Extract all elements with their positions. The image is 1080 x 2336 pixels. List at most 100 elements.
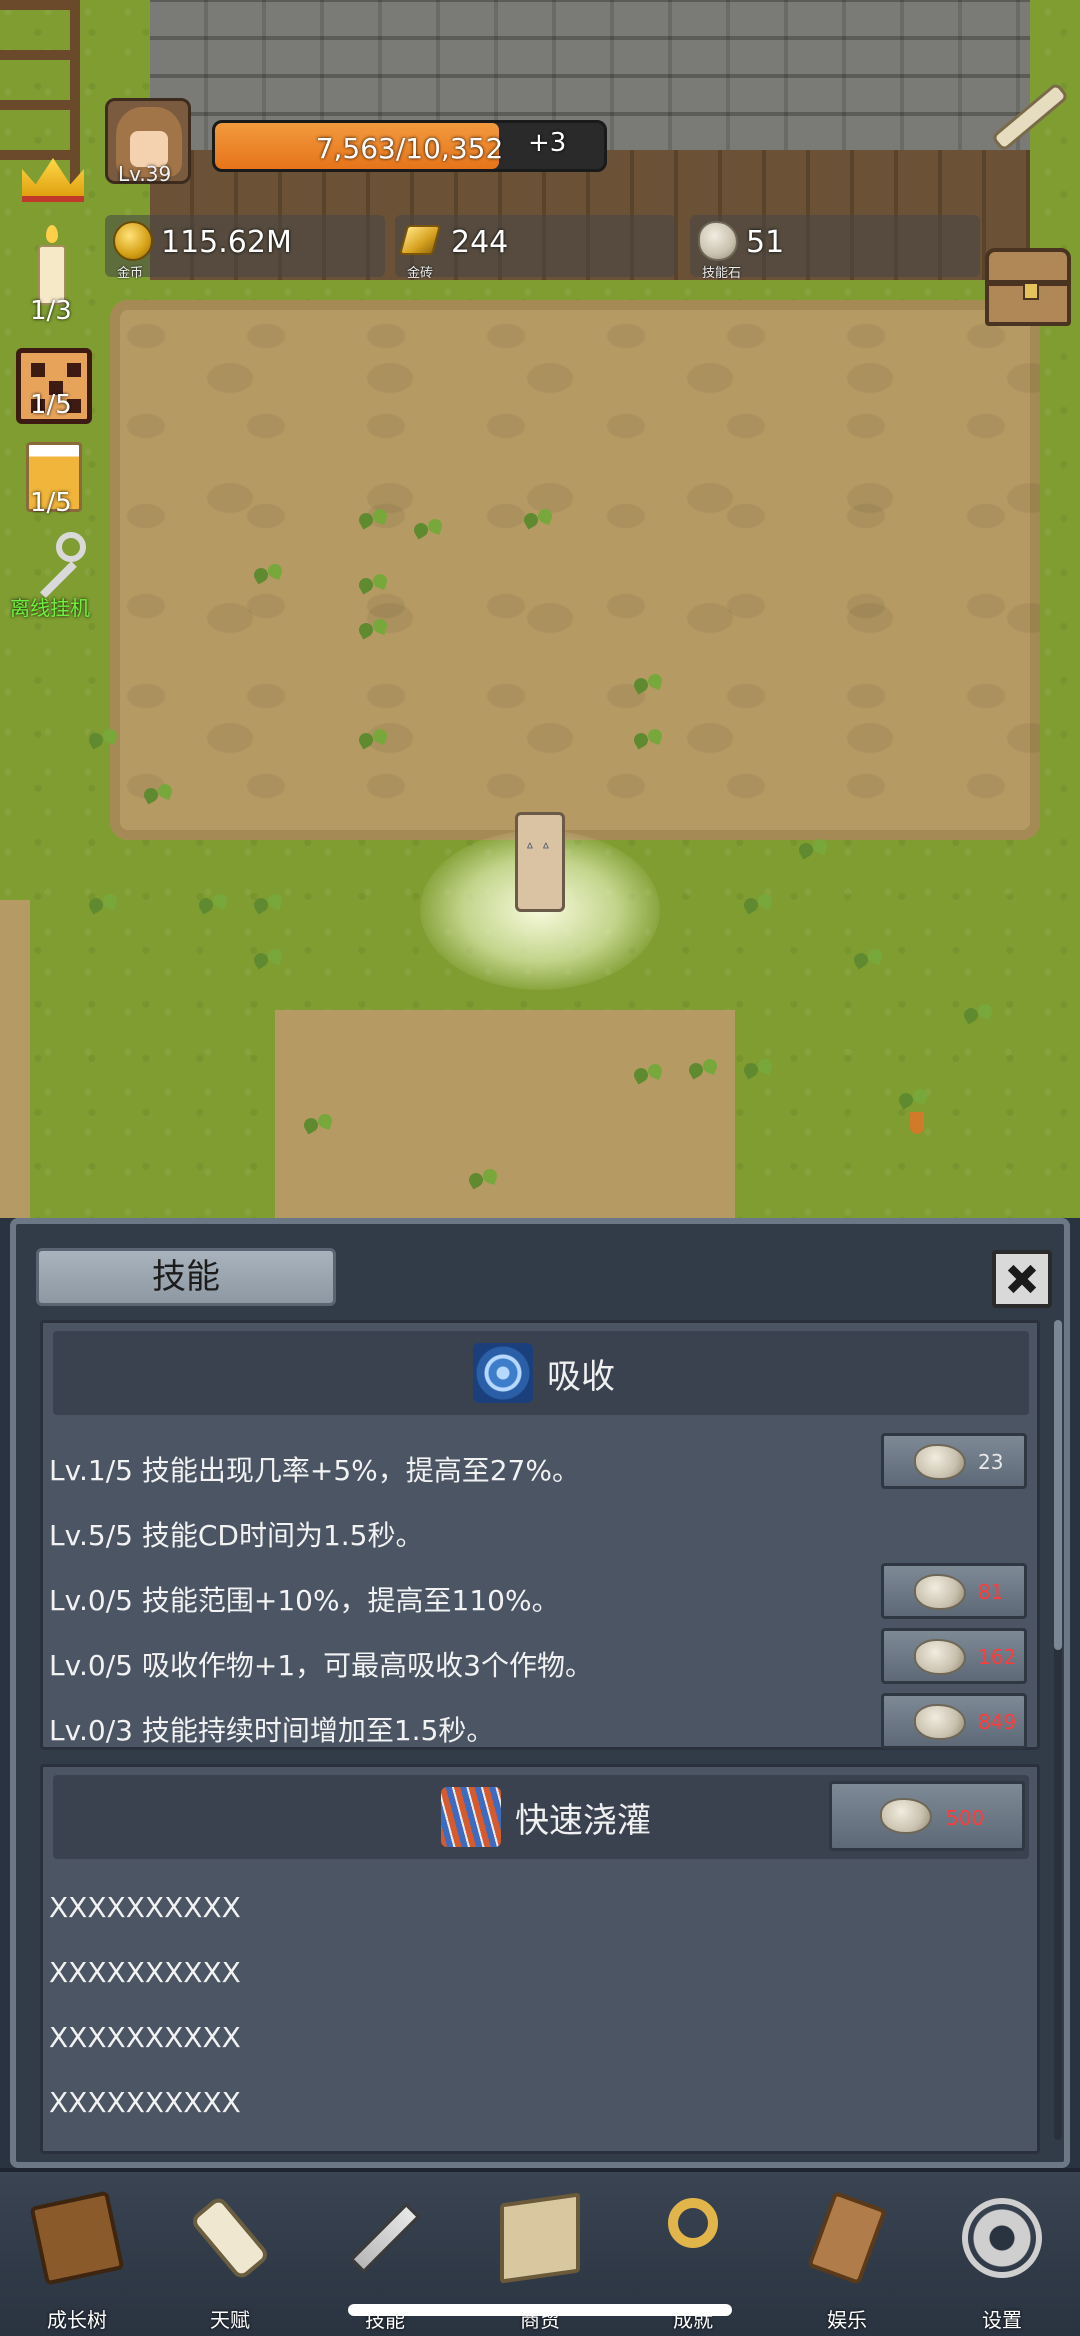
upgrade-row: Lv.0/3 技能持续时间增加至1.5秒。 [49,1714,495,1747]
crop-sprout[interactable] [740,890,778,920]
idle-key-icon[interactable] [22,530,92,600]
crop-sprout[interactable] [355,570,393,600]
crop-sprout[interactable] [795,835,833,865]
skill-stone-icon [698,221,738,261]
key-icon [668,2198,718,2248]
book-icon [29,2190,125,2286]
crop-sprout[interactable] [850,945,888,975]
crop-sprout[interactable] [355,615,393,645]
sword-icon [349,2202,421,2274]
nav-label: 成长树 [47,2308,107,2332]
gold-coin-label: 金币 [117,266,144,281]
skill-stone-icon [914,1704,966,1740]
upgrade-button[interactable]: 23 [881,1433,1027,1489]
skill-panel: 技能 吸收 Lv.1/5 技能出现几率+5%，提高至27%。 23 Lv.5/5… [10,1218,1070,2168]
skill-name: 快速浇灌 [515,1801,651,1841]
game-screen: ᐞ ᐞ Lv.39 7,563/10,352 +3 115.62M 金币 244… [0,0,1080,2336]
nav-label: 娱乐 [827,2308,867,2332]
panel-scrollbar[interactable] [1054,1320,1062,2140]
crop-sprout[interactable] [140,780,178,810]
crop-sprout[interactable] [630,1060,668,1090]
locked-upgrade-row: XXXXXXXXXX [49,2086,241,2119]
crop-sprout[interactable] [630,670,668,700]
offline-idle-label[interactable]: 离线挂机 [10,592,90,621]
upgrade-row: Lv.0/5 吸收作物+1，可最高吸收3个作物。 [49,1649,593,1682]
dice-count: 1/5 [30,390,72,420]
skill-stone-counter: 51 技能石 [690,215,980,281]
totem-character[interactable]: ᐞ ᐞ [515,812,565,912]
upgrade-button[interactable]: 849 [881,1693,1027,1749]
unlock-skill-button[interactable]: 500 [829,1781,1025,1851]
dirt-path [275,1010,735,1218]
parchment-icon [807,2190,887,2286]
upgrade-row: Lv.5/5 技能CD时间为1.5秒。 [49,1519,424,1552]
gold-bar-icon [398,225,442,255]
upgrade-cost: 81 [978,1580,1004,1604]
crop-sprout[interactable] [250,890,288,920]
crop-sprout[interactable] [355,725,393,755]
home-indicator[interactable] [348,2304,732,2316]
gold-coin-icon [113,221,153,261]
skill-stone-icon [914,1574,966,1610]
gold-coin-counter: 115.62M 金币 [105,215,385,281]
nav-label: 设置 [982,2308,1022,2332]
fence [0,0,80,200]
upgrade-row: Lv.0/5 技能范围+10%，提高至110%。 [49,1584,560,1617]
crop-sprout[interactable] [520,505,558,535]
crop-sprout[interactable] [465,1165,503,1195]
locked-upgrade-row: XXXXXXXXXX [49,2021,241,2054]
crop-sprout[interactable] [740,1055,778,1085]
skill-header: 快速浇灌 500 [53,1775,1029,1859]
crop-sprout[interactable] [195,890,233,920]
skill-stone-value: 51 [746,225,785,260]
nav-growth-tree[interactable]: 成长树 [12,2190,142,2332]
crop-sprout[interactable] [410,515,448,545]
nav-entertainment[interactable]: 娱乐 [782,2190,912,2332]
crop-sprout[interactable] [960,1000,998,1030]
crop-sprout[interactable] [630,725,668,755]
nav-talent[interactable]: 天赋 [165,2192,295,2332]
upgrade-cost: 849 [978,1710,1017,1734]
crop-sprout[interactable] [355,505,393,535]
upgrade-button[interactable]: 162 [881,1628,1027,1684]
crop-sprout[interactable] [250,560,288,590]
scrollbar-thumb[interactable] [1054,1320,1062,1650]
nav-settings[interactable]: 设置 [937,2192,1067,2332]
swirl-icon [473,1343,533,1403]
map-icon [500,2192,580,2284]
rain-icon [441,1787,501,1847]
crop-sprout[interactable] [85,725,123,755]
upgrade-button[interactable]: 81 [881,1563,1027,1619]
crop-sprout[interactable] [895,1085,933,1115]
key-ring [56,532,86,562]
skill-stone-label: 技能石 [702,266,742,281]
crop-sprout[interactable] [250,945,288,975]
skill-stone-icon [914,1639,966,1675]
close-icon[interactable] [992,1250,1052,1308]
gold-coin-value: 115.62M [161,225,292,260]
crop-sprout[interactable] [85,890,123,920]
treasure-chest-icon[interactable] [985,248,1071,326]
skill-stone-icon [880,1798,932,1834]
totem-face: ᐞ ᐞ [526,841,550,857]
locked-upgrade-row: XXXXXXXXXX [49,1956,241,1989]
upgrade-cost: 162 [978,1645,1017,1669]
scroll-icon [188,2194,272,2282]
candle-count: 1/3 [30,296,72,326]
player-level: Lv.39 [118,162,172,186]
skill-name: 吸收 [547,1357,615,1397]
beer-count: 1/5 [30,488,72,518]
gold-bar-value: 244 [451,225,509,260]
skill-tab[interactable]: 技能 [36,1248,336,1306]
gold-bar-counter: 244 金砖 [395,215,675,281]
xp-bonus: +3 [528,128,567,158]
carrot-crop[interactable] [910,1112,924,1134]
skill-card-absorb: 吸收 Lv.1/5 技能出现几率+5%，提高至27%。 23 Lv.5/5 技能… [40,1320,1040,1750]
gold-bar-label: 金砖 [407,266,434,281]
upgrade-row: Lv.1/5 技能出现几率+5%，提高至27%。 [49,1454,580,1487]
locked-upgrade-row: XXXXXXXXXX [49,1891,241,1924]
gear-icon [962,2198,1042,2278]
crop-sprout[interactable] [685,1055,723,1085]
crop-sprout[interactable] [300,1110,338,1140]
upgrade-cost: 23 [978,1450,1004,1474]
